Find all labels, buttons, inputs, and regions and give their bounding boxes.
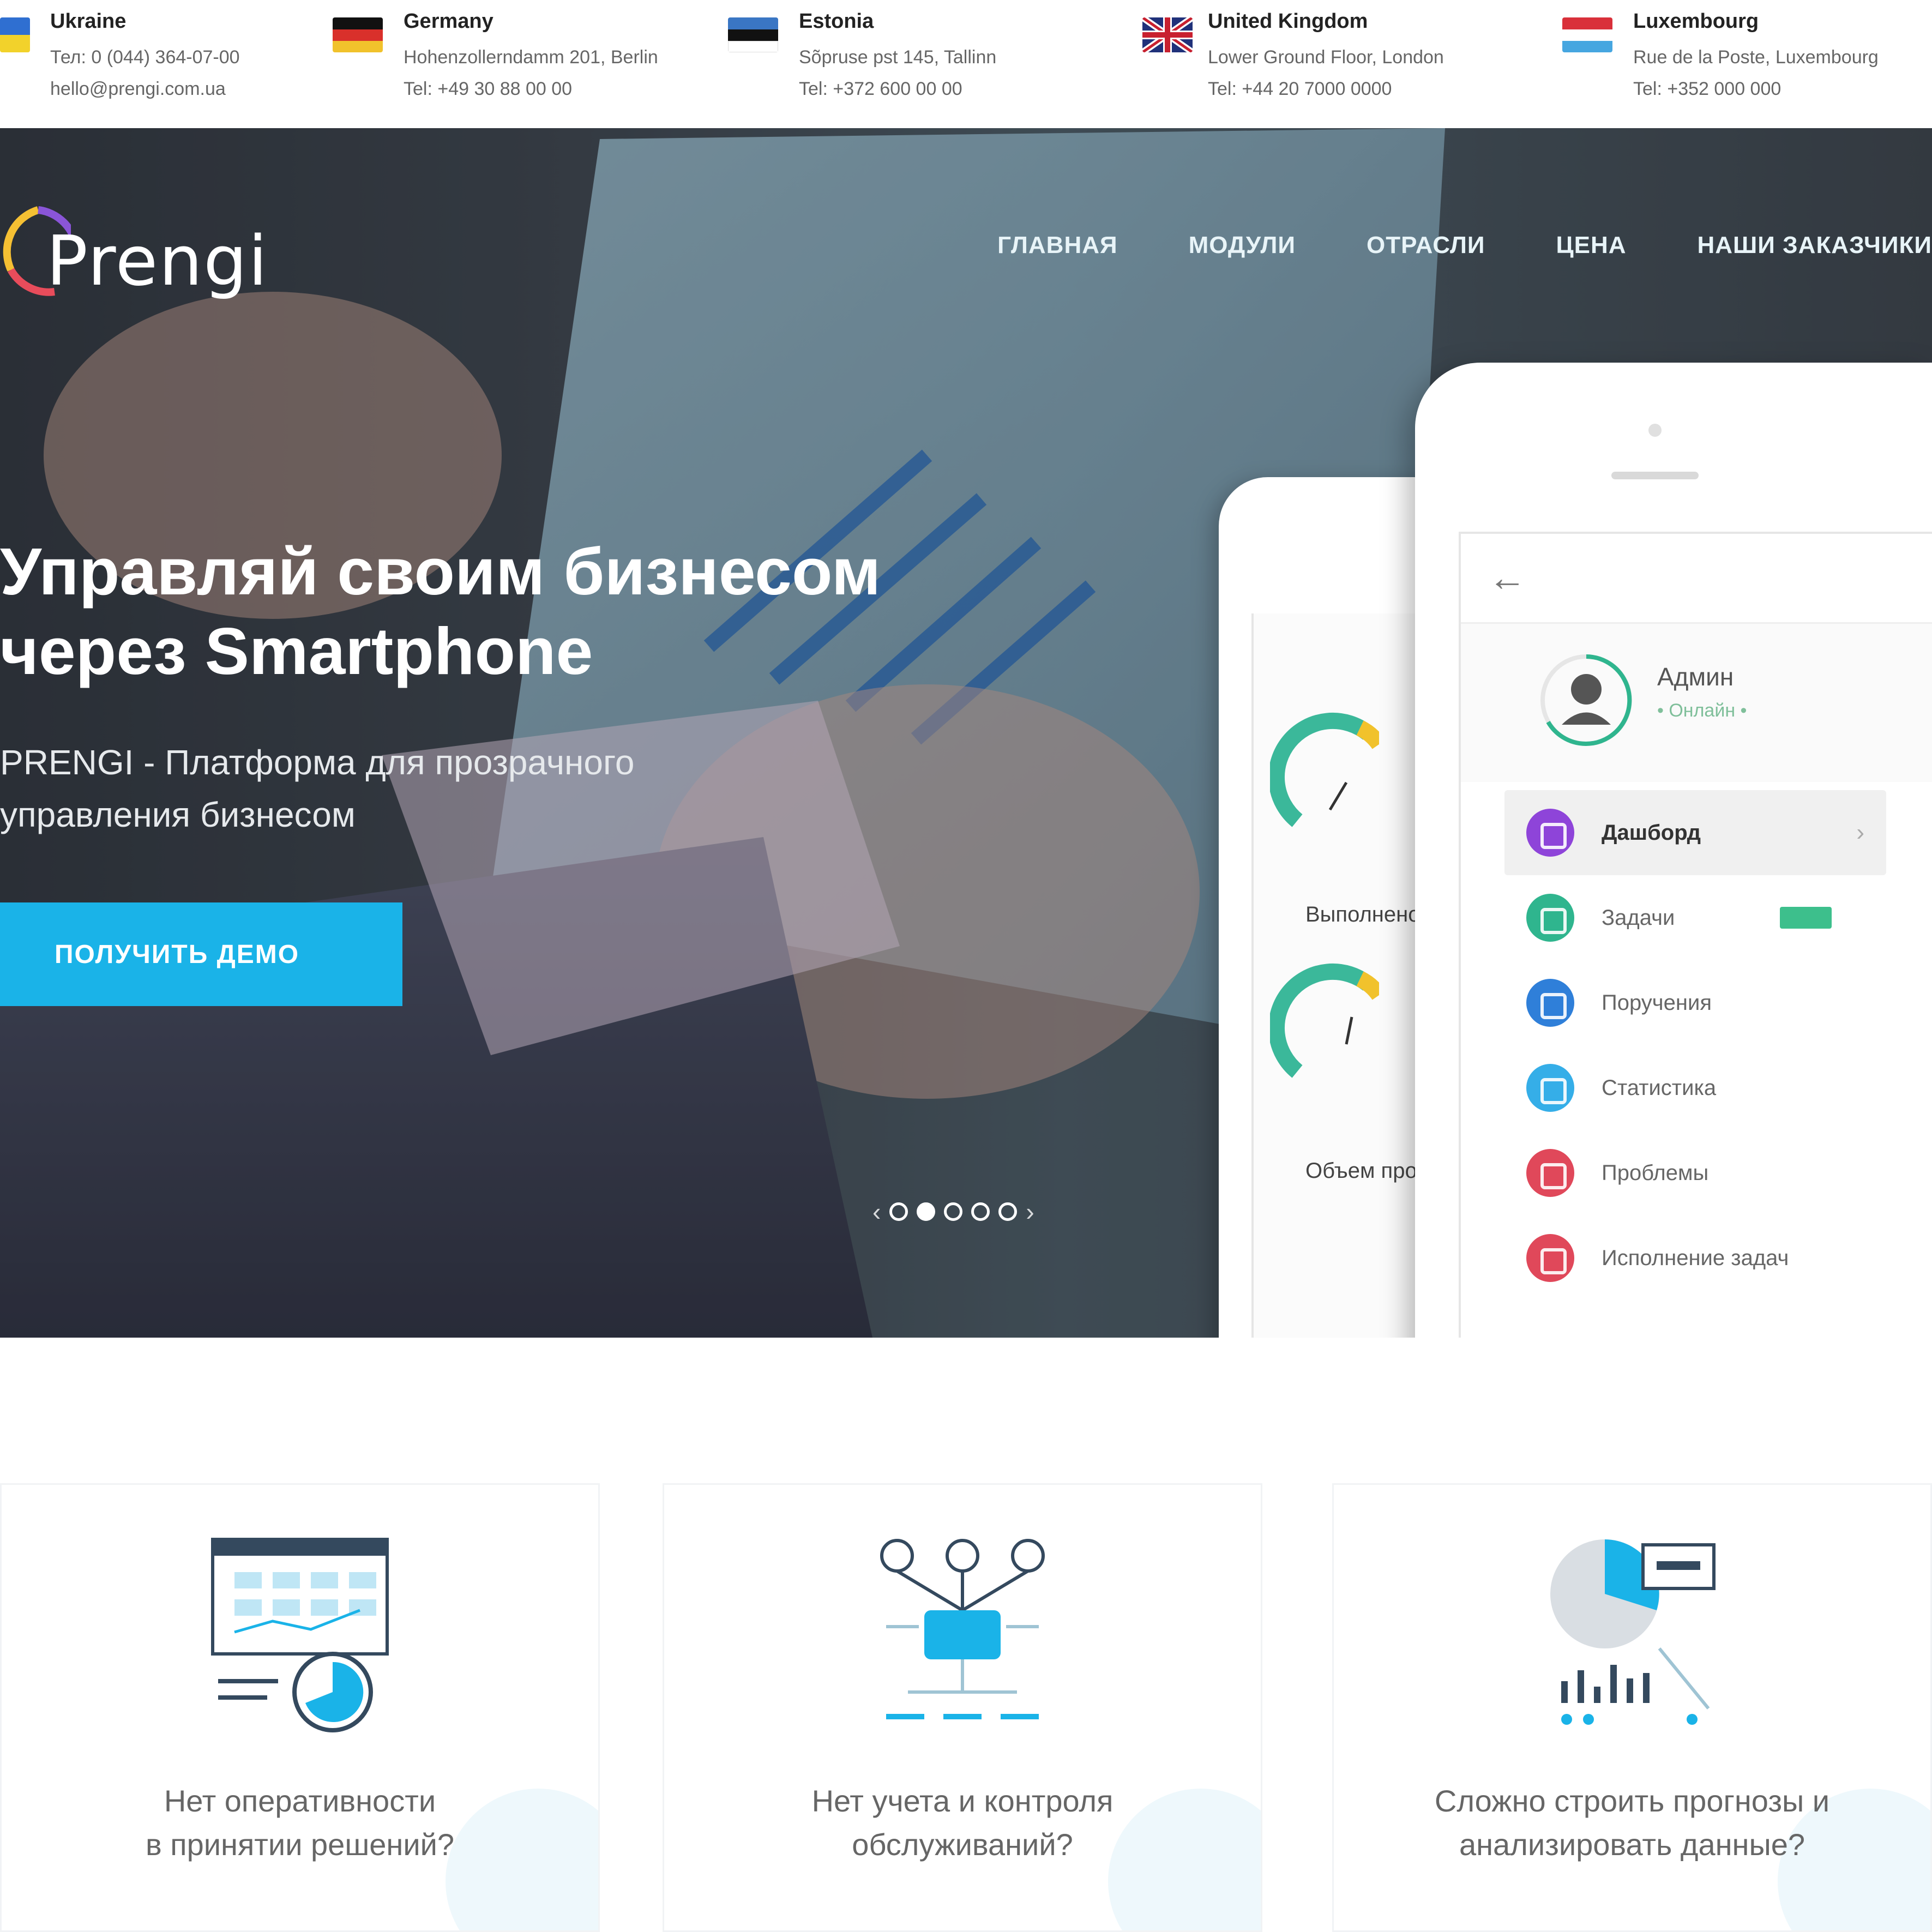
hero-slider: Prengi ГЛАВНАЯ МОДУЛИ ОТРАСЛИ ЦЕНА НАШИ …	[0, 128, 1932, 1338]
headline-line-2: через Smartphone	[0, 614, 593, 688]
tasks-icon	[1526, 894, 1574, 942]
ukraine-flag-icon	[0, 17, 30, 52]
main-nav: ГЛАВНАЯ МОДУЛИ ОТРАСЛИ ЦЕНА НАШИ ЗАКАЗЧИ…	[926, 232, 1932, 259]
nav-item-customers[interactable]: НАШИ ЗАКАЗЧИКИ	[1698, 232, 1932, 259]
office-phone: Tel: +49 30 88 00 00	[404, 79, 573, 99]
slider-dot[interactable]	[889, 1202, 908, 1221]
feature-title: Сложно строить прогнозы и анализировать …	[1367, 1779, 1898, 1867]
feature-card[interactable]: Нет учета и контроля обслуживаний?	[663, 1483, 1262, 1932]
menu-item-tasks[interactable]: Задачи	[1504, 875, 1886, 960]
menu-label: Статистика	[1602, 1075, 1717, 1100]
app-bar: ←	[1461, 534, 1932, 624]
logo-text: Prengi	[46, 221, 269, 301]
menu-item-dashboard[interactable]: Дашборд ›	[1504, 790, 1886, 875]
feature-card[interactable]: Сложно строить прогнозы и анализировать …	[1332, 1483, 1932, 1932]
office-address: Lower Ground Floor, London	[1208, 47, 1444, 68]
contacts-bar: Ukraine Тел: 0 (044) 364-07-00 hello@pre…	[0, 0, 1932, 128]
analytics-pie-icon	[1550, 1539, 1716, 1725]
task-execution-icon	[1526, 1234, 1574, 1282]
office-country: Estonia	[799, 10, 874, 33]
feature-title: Нет оперативности в принятии решений?	[34, 1779, 565, 1867]
office-country: United Kingdom	[1208, 10, 1368, 33]
subtitle-line-1: PRENGI - Платформа для прозрачного	[0, 743, 635, 782]
nav-item-home[interactable]: ГЛАВНАЯ	[997, 232, 1117, 259]
phone-mockup-front: ← Админ • Онлайн • Дашборд › Задачи Пору…	[1415, 363, 1932, 1338]
slider-dot[interactable]	[944, 1202, 963, 1221]
feature-card[interactable]: Нет оперативности в принятии решений?	[0, 1483, 600, 1932]
nav-item-price[interactable]: ЦЕНА	[1556, 232, 1626, 259]
feature-title-line: обслуживаний?	[852, 1827, 1073, 1862]
slider-dot[interactable]	[971, 1202, 990, 1221]
luxembourg-flag-icon	[1562, 17, 1612, 52]
hero-headline: Управляй своим бизнесом через Smartphone	[0, 532, 927, 691]
hero-subtitle: PRENGI - Платформа для прозрачного управ…	[0, 736, 763, 841]
office-phone: Тел: 0 (044) 364-07-00	[50, 47, 240, 68]
network-nodes-icon	[880, 1539, 1045, 1719]
assignments-icon	[1526, 979, 1574, 1027]
slider-prev-arrow-icon[interactable]: ‹	[872, 1197, 881, 1226]
menu-item-statistics[interactable]: Статистика	[1504, 1045, 1886, 1130]
uk-flag-icon	[1142, 17, 1193, 52]
slider-dot-active[interactable]	[917, 1202, 936, 1221]
menu-item-problems[interactable]: Проблемы	[1504, 1130, 1886, 1215]
avatar[interactable]	[1537, 651, 1635, 749]
app-menu: Дашборд › Задачи Поручения Статистика Пр…	[1504, 790, 1886, 1301]
new-badge	[1780, 907, 1832, 929]
menu-label: Задачи	[1602, 905, 1675, 930]
feature-title-line: Сложно строить прогнозы и	[1434, 1784, 1830, 1818]
chevron-right-icon: ›	[1856, 819, 1864, 846]
office-phone: Tel: +44 20 7000 0000	[1208, 79, 1392, 99]
feature-title-line: в принятии решений?	[145, 1827, 455, 1862]
office-country: Luxembourg	[1633, 10, 1759, 33]
get-demo-button[interactable]: ПОЛУЧИТЬ ДЕМО	[0, 902, 402, 1006]
office-country: Germany	[404, 10, 493, 33]
dashboard-icon	[1526, 809, 1574, 857]
slider-dot[interactable]	[998, 1202, 1018, 1221]
feature-title-line: Нет оперативности	[164, 1784, 436, 1818]
menu-label: Исполнение задач	[1602, 1245, 1789, 1270]
menu-item-assignments[interactable]: Поручения	[1504, 960, 1886, 1045]
phone-speaker	[1611, 472, 1699, 479]
feature-title-line: Нет учета и контроля	[811, 1784, 1114, 1818]
profile-status: • Онлайн •	[1657, 700, 1747, 721]
profile-block: Админ • Онлайн •	[1461, 624, 1932, 782]
statistics-icon	[1526, 1064, 1574, 1112]
features-section: Нет оперативности в принятии решений? Не…	[0, 1483, 1932, 1932]
estonia-flag-icon	[728, 17, 778, 52]
office-address: Rue de la Poste, Luxembourg	[1633, 47, 1879, 68]
menu-label: Дашборд	[1602, 820, 1701, 845]
office-phone: Tel: +372 600 00 00	[799, 79, 962, 99]
slider-next-arrow-icon[interactable]: ›	[1026, 1197, 1034, 1226]
nav-item-industries[interactable]: ОТРАСЛИ	[1367, 232, 1485, 259]
office-country: Ukraine	[50, 10, 127, 33]
phone-camera-icon	[1648, 424, 1662, 437]
problems-icon	[1526, 1149, 1574, 1197]
calendar-clock-icon	[211, 1538, 389, 1732]
profile-name: Админ	[1657, 663, 1734, 691]
gauge-1-label: Выполнено	[1305, 902, 1421, 926]
gauge-chart-icon	[1270, 712, 1379, 827]
menu-label: Поручения	[1602, 990, 1712, 1015]
menu-label: Проблемы	[1602, 1160, 1709, 1185]
germany-flag-icon	[333, 17, 383, 52]
nav-item-modules[interactable]: МОДУЛИ	[1189, 232, 1296, 259]
headline-line-1: Управляй своим бизнесом	[0, 534, 881, 609]
office-address: Sõpruse pst 145, Tallinn	[799, 47, 997, 68]
prengi-logo[interactable]: Prengi	[0, 188, 267, 308]
office-phone: Tel: +352 000 000	[1633, 79, 1781, 99]
office-email[interactable]: hello@prengi.com.ua	[50, 79, 226, 100]
office-address: Hohenzollerndamm 201, Berlin	[404, 47, 658, 68]
subtitle-line-2: управления бизнесом	[0, 795, 356, 834]
gauge-chart-icon	[1270, 963, 1379, 1078]
phone-front-screen: ← Админ • Онлайн • Дашборд › Задачи Пору…	[1459, 532, 1932, 1338]
back-arrow-icon[interactable]: ←	[1488, 556, 1526, 599]
menu-item-task-execution[interactable]: Исполнение задач	[1504, 1215, 1886, 1301]
slider-pagination: ‹ ›	[872, 1197, 1034, 1226]
feature-title: Нет учета и контроля обслуживаний?	[697, 1779, 1228, 1867]
feature-title-line: анализировать данные?	[1459, 1827, 1805, 1862]
